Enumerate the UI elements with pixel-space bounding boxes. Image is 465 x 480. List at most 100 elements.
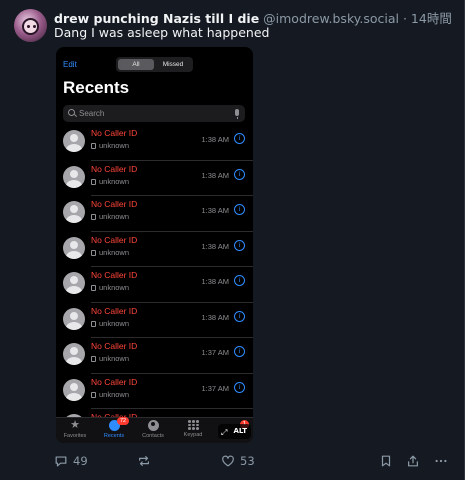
call-type: unknown xyxy=(91,248,129,257)
microphone-icon xyxy=(235,108,239,119)
segment-all: All xyxy=(118,59,154,70)
avatar-eye xyxy=(33,25,36,28)
avatar-face xyxy=(22,18,39,35)
caller-name: No Caller ID xyxy=(91,234,138,245)
phone-topbar: Edit All Missed xyxy=(56,57,253,73)
contact-avatar-icon xyxy=(63,130,85,152)
info-icon: i xyxy=(234,275,245,286)
call-type-label: unknown xyxy=(99,354,130,363)
separator-dot: · xyxy=(402,11,407,26)
call-type-label: unknown xyxy=(99,176,130,186)
tab-label: Favorites xyxy=(63,433,87,439)
like-count: 53 xyxy=(240,454,255,468)
info-icon: i xyxy=(234,310,245,322)
info-icon: i xyxy=(234,239,245,251)
call-type: unknown xyxy=(91,212,129,221)
author-avatar[interactable] xyxy=(14,9,47,42)
post-time[interactable]: 14時間 xyxy=(411,11,452,26)
tab-recents: 72 Recents xyxy=(95,417,133,439)
bookmark-icon xyxy=(381,455,391,467)
post-card[interactable]: drew punching Nazis till I die @imodrew.… xyxy=(0,0,465,480)
caller-name: No Caller ID xyxy=(91,128,138,138)
call-type-label: unknown xyxy=(99,389,130,399)
caller-name: No Caller ID xyxy=(91,376,138,387)
author-handle[interactable]: @imodrew.bsky.social xyxy=(263,11,399,26)
call-row: No Caller ID unknown 1:37 AM i xyxy=(56,374,253,409)
post-text: Dang I was asleep what happened xyxy=(54,25,270,40)
call-time: 1:38 AM xyxy=(201,312,229,322)
phone-icon xyxy=(91,249,96,256)
call-type-label: unknown xyxy=(99,212,130,221)
contact-avatar-icon xyxy=(63,307,85,330)
ellipsis-icon xyxy=(435,459,447,463)
keypad-icon xyxy=(187,420,199,430)
call-row: No Caller ID unknown 1:38 AM i xyxy=(56,303,253,338)
heart-icon xyxy=(222,455,234,467)
caller-name: No Caller ID xyxy=(91,270,138,280)
call-row: No Caller ID unknown 1:37 AM i xyxy=(56,338,253,374)
search-icon xyxy=(68,109,75,116)
call-row: No Caller ID unknown 1:38 AM i xyxy=(56,232,253,267)
info-icon: i xyxy=(234,168,245,180)
share-icon xyxy=(408,455,418,467)
recents-title: Recents xyxy=(63,78,130,97)
repost-button[interactable] xyxy=(137,452,151,470)
alt-text-button[interactable]: ⤢ ALT xyxy=(218,424,251,439)
contact-avatar-icon xyxy=(63,272,85,294)
info-icon: i xyxy=(234,204,245,215)
call-time: 1:38 AM xyxy=(201,206,229,215)
reply-icon xyxy=(55,456,67,467)
call-row: No Caller ID unknown 1:38 AM i xyxy=(56,267,253,303)
call-row: No Caller ID unknown 1:38 AM i xyxy=(56,125,253,161)
contact-avatar-icon xyxy=(63,165,85,188)
call-time: 1:38 AM xyxy=(201,135,229,144)
call-time: 1:38 AM xyxy=(201,241,229,251)
recents-badge: 72 xyxy=(117,417,130,425)
info-icon: i xyxy=(234,346,245,357)
person-icon xyxy=(147,420,159,431)
search-bar: Search xyxy=(63,105,245,122)
caller-name: No Caller ID xyxy=(91,341,138,351)
reply-button[interactable]: 49 xyxy=(54,452,88,470)
segment-missed: Missed xyxy=(162,61,184,68)
phone-icon xyxy=(91,214,96,220)
star-icon: ★ xyxy=(70,419,80,431)
call-type-label: unknown xyxy=(99,247,130,257)
phone-icon xyxy=(91,285,96,291)
avatar-eye xyxy=(27,25,30,28)
tab-contacts: Contacts xyxy=(134,420,172,439)
info-icon: i xyxy=(234,381,245,393)
like-button[interactable]: 53 xyxy=(221,452,255,470)
more-options-button[interactable] xyxy=(434,452,448,470)
bookmark-button[interactable] xyxy=(379,452,393,470)
call-type: unknown xyxy=(91,283,129,292)
caller-name: No Caller ID xyxy=(91,199,138,209)
call-type: unknown xyxy=(91,319,129,328)
phone-icon xyxy=(91,143,96,149)
expand-icon: ⤢ xyxy=(221,428,228,437)
contact-avatar-icon xyxy=(63,343,85,365)
call-type: unknown xyxy=(91,354,129,363)
tab-label: Contacts xyxy=(142,433,164,439)
tab-label: Recents xyxy=(103,433,125,439)
phone-icon xyxy=(91,178,96,185)
post-actions: 49 53 xyxy=(0,452,465,470)
reply-count: 49 xyxy=(73,454,88,468)
contact-avatar-icon xyxy=(63,236,85,259)
tab-keypad: Keypad xyxy=(174,420,212,438)
call-time: 1:38 AM xyxy=(201,170,229,180)
call-type: unknown xyxy=(91,141,129,150)
caller-name: No Caller ID xyxy=(91,163,138,174)
share-button[interactable] xyxy=(406,452,420,470)
edit-button: Edit xyxy=(63,60,77,69)
call-time: 1:38 AM xyxy=(201,277,229,286)
author-name[interactable]: drew punching Nazis till I die xyxy=(54,11,259,26)
call-time: 1:37 AM xyxy=(201,348,229,357)
post-image[interactable]: Edit All Missed Recents Search No Caller… xyxy=(56,47,253,443)
phone-icon xyxy=(91,320,96,327)
contact-avatar-icon xyxy=(63,201,85,223)
call-type: unknown xyxy=(91,177,129,186)
alt-label: ALT xyxy=(233,427,248,435)
call-type-label: unknown xyxy=(99,141,130,150)
tab-label: Keypad xyxy=(183,431,203,438)
